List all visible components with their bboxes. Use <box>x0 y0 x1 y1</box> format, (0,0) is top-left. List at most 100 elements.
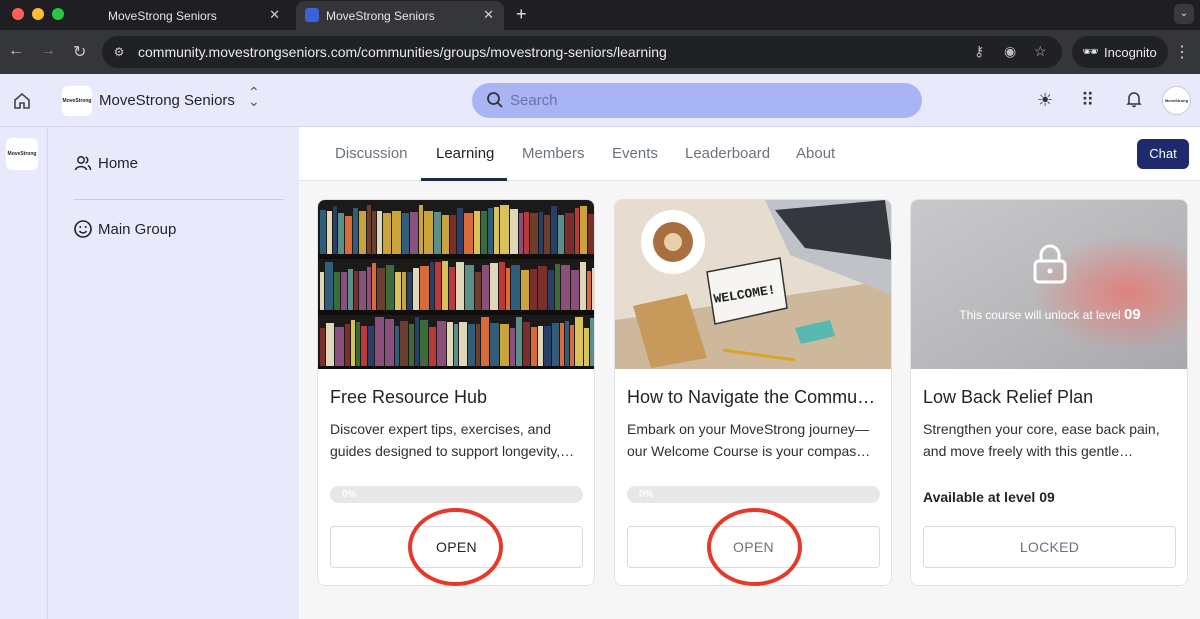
apps-grid-icon[interactable]: ⠿ <box>1081 90 1094 111</box>
tab-members[interactable]: Members <box>522 145 585 162</box>
divider <box>74 199 284 200</box>
book-spine <box>468 324 475 366</box>
book-spine <box>488 208 493 254</box>
book-spine <box>354 271 358 310</box>
close-icon[interactable]: ✕ <box>483 7 494 23</box>
browser-tab[interactable]: MoveStrong Seniors ✕ <box>96 1 290 30</box>
progress-bar: 0% <box>627 486 880 503</box>
book-spine <box>327 211 332 254</box>
maximize-window-button[interactable] <box>52 8 64 20</box>
community-rail <box>0 127 48 619</box>
book-spine <box>320 210 326 254</box>
book-spine <box>345 216 352 254</box>
book-spine <box>530 213 538 254</box>
eye-off-icon[interactable]: ◉ <box>1004 43 1016 60</box>
book-spine <box>555 264 560 310</box>
site-info-icon[interactable]: ⚙ <box>110 43 128 61</box>
bell-icon[interactable] <box>1125 90 1143 108</box>
new-tab-icon[interactable]: + <box>516 4 527 25</box>
tab-title: MoveStrong Seniors <box>108 9 217 23</box>
search-input[interactable] <box>510 90 890 110</box>
avatar[interactable]: MoveStrong <box>1162 86 1191 115</box>
url-text[interactable]: community.movestrongseniors.com/communit… <box>138 44 667 60</box>
book-spine <box>481 317 489 366</box>
book-spine <box>500 205 509 254</box>
book-spine <box>402 213 409 254</box>
book-spine <box>348 269 353 310</box>
book-spine <box>490 263 498 310</box>
tab-leaderboard[interactable]: Leaderboard <box>685 145 770 162</box>
locked-button[interactable]: LOCKED <box>923 526 1176 568</box>
home-icon[interactable] <box>12 91 32 111</box>
book-spine <box>368 326 374 366</box>
chevron-updown-icon[interactable]: ⌃ ⌄ <box>248 85 260 108</box>
book-spine <box>447 322 453 366</box>
description-line: Strengthen your core, ease back pain, <box>923 421 1160 437</box>
tab-discussion[interactable]: Discussion <box>335 145 408 162</box>
minimize-window-button[interactable] <box>32 8 44 20</box>
favicon-icon <box>305 8 319 22</box>
course-description: Discover expert tips, exercises, and gui… <box>330 418 586 462</box>
book-spine <box>558 215 564 254</box>
description-line: and move freely with this gentle… <box>923 443 1134 459</box>
book-spine <box>367 267 371 310</box>
address-bar[interactable]: ⚙ community.movestrongseniors.com/commun… <box>102 36 1062 68</box>
forward-icon[interactable]: → <box>40 42 56 60</box>
book-spine <box>442 215 449 254</box>
course-image-bookshelf <box>318 200 594 369</box>
open-button[interactable]: OPEN <box>627 526 880 568</box>
book-spine <box>420 320 428 366</box>
book-spine <box>334 272 340 310</box>
book-spine <box>584 328 589 366</box>
course-card-locked[interactable]: This course will unlock at level 09 Low … <box>910 199 1188 586</box>
unlock-text: This course will unlock at level <box>959 308 1121 322</box>
book-spine <box>345 324 350 366</box>
book-spine <box>474 211 480 254</box>
theme-toggle-icon[interactable]: ☀ <box>1037 90 1053 111</box>
book-spine <box>409 324 414 366</box>
book-spine <box>420 266 429 310</box>
tab-learning[interactable]: Learning <box>436 145 494 162</box>
book-spine <box>510 209 518 254</box>
book-spine <box>544 215 550 254</box>
reload-icon[interactable]: ↻ <box>73 42 86 62</box>
book-spine <box>521 270 529 310</box>
tab-about[interactable]: About <box>796 145 835 162</box>
book-spine <box>587 271 591 310</box>
star-icon[interactable]: ☆ <box>1034 43 1047 60</box>
book-spine <box>575 317 583 366</box>
chat-button[interactable]: Chat <box>1137 139 1189 169</box>
book-spine <box>560 323 564 366</box>
key-icon[interactable]: ⚷ <box>974 43 984 60</box>
browser-tab-active[interactable]: MoveStrong Seniors ✕ <box>296 1 504 30</box>
tab-events[interactable]: Events <box>612 145 658 162</box>
incognito-badge[interactable]: 🕶 Incognito <box>1072 36 1168 68</box>
search-bar[interactable] <box>472 83 922 118</box>
book-spine <box>580 206 587 254</box>
book-spine <box>395 272 401 310</box>
book-spine <box>333 206 337 254</box>
tab-search-icon[interactable]: ⌄ <box>1174 4 1194 24</box>
book-spine <box>592 268 594 310</box>
book-spine <box>430 262 434 310</box>
open-button[interactable]: OPEN <box>330 526 583 568</box>
book-spine <box>372 263 376 310</box>
community-logo[interactable]: MoveStrong <box>6 138 38 170</box>
book-spine <box>383 213 391 254</box>
book-spine <box>459 322 467 366</box>
course-card[interactable]: Free Resource Hub Discover expert tips, … <box>317 199 595 586</box>
brand-name[interactable]: MoveStrong Seniors <box>99 92 235 109</box>
book-spine <box>385 319 394 366</box>
course-card[interactable]: WELCOME! How to Navigate the Commu… Emba… <box>614 199 892 586</box>
book-spine <box>435 262 441 310</box>
unlock-level: 09 <box>1124 306 1141 323</box>
book-spine <box>410 212 418 254</box>
back-icon[interactable]: ← <box>8 42 24 60</box>
brand-logo[interactable]: MoveStrong <box>62 86 92 116</box>
close-window-button[interactable] <box>12 8 24 20</box>
book-spine <box>565 213 574 254</box>
book-spine <box>551 206 557 254</box>
browser-menu-icon[interactable]: ⋮ <box>1174 42 1190 62</box>
shelf-board <box>318 254 594 259</box>
close-icon[interactable]: ✕ <box>269 7 280 23</box>
